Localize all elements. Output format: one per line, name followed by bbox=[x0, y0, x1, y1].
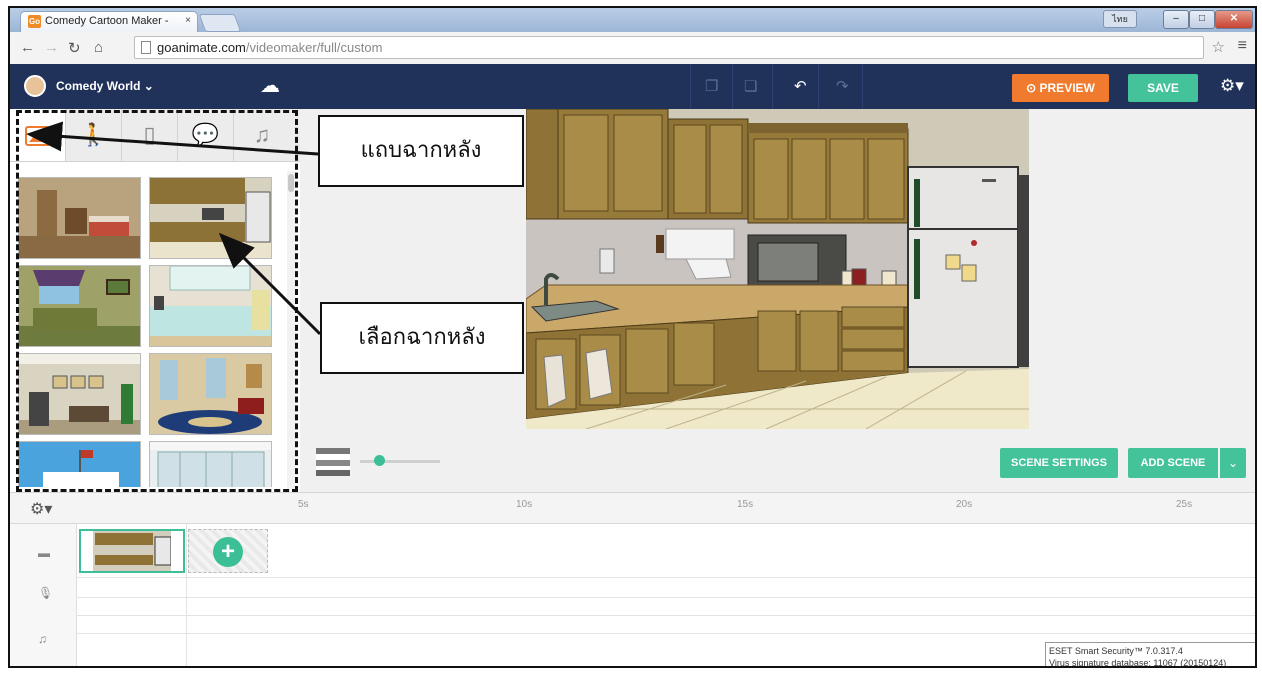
arrow-to-thumbnail bbox=[218, 232, 322, 336]
timeline-gear-icon[interactable]: ⚙▾ bbox=[30, 499, 52, 519]
timeline-ruler: ⚙▾ 5s 10s 15s 20s 25s bbox=[10, 493, 1255, 524]
arrow-to-tab bbox=[26, 121, 319, 156]
plus-icon[interactable]: + bbox=[213, 537, 243, 567]
scene-clip[interactable]: 1 bbox=[79, 529, 185, 573]
eset-line-1: ESET Smart Security™ 7.0.317.4 bbox=[1049, 646, 1183, 656]
tick-label: 15s bbox=[737, 499, 754, 510]
tick-label: 10s bbox=[516, 499, 533, 510]
eset-line-2: Virus signature database: 11067 (2015012… bbox=[1049, 658, 1227, 668]
scene-thumbnail bbox=[81, 531, 183, 571]
scene-number: 1 bbox=[82, 531, 87, 540]
callout-select-background: เลือกฉากหลัง bbox=[320, 302, 524, 374]
browser-window: Go Comedy Cartoon Maker - × ไทย – □ ✕ ← … bbox=[8, 6, 1257, 668]
eset-notification: ESET Smart Security™ 7.0.317.4 Virus sig… bbox=[1045, 642, 1255, 668]
track-headers: ▬ 🎙 ♫ bbox=[10, 524, 77, 666]
tick-label: 20s bbox=[956, 499, 973, 510]
music-note-icon: ♫ bbox=[38, 632, 47, 646]
tick-label: 5s bbox=[298, 499, 309, 510]
microphone-icon: 🎙 bbox=[38, 586, 54, 600]
callout-background-tab: แถบฉากหลัง bbox=[318, 115, 524, 187]
camera-icon: ▬ bbox=[38, 546, 50, 560]
tick-label: 25s bbox=[1176, 499, 1193, 510]
add-scene-slot[interactable]: + bbox=[188, 529, 268, 573]
